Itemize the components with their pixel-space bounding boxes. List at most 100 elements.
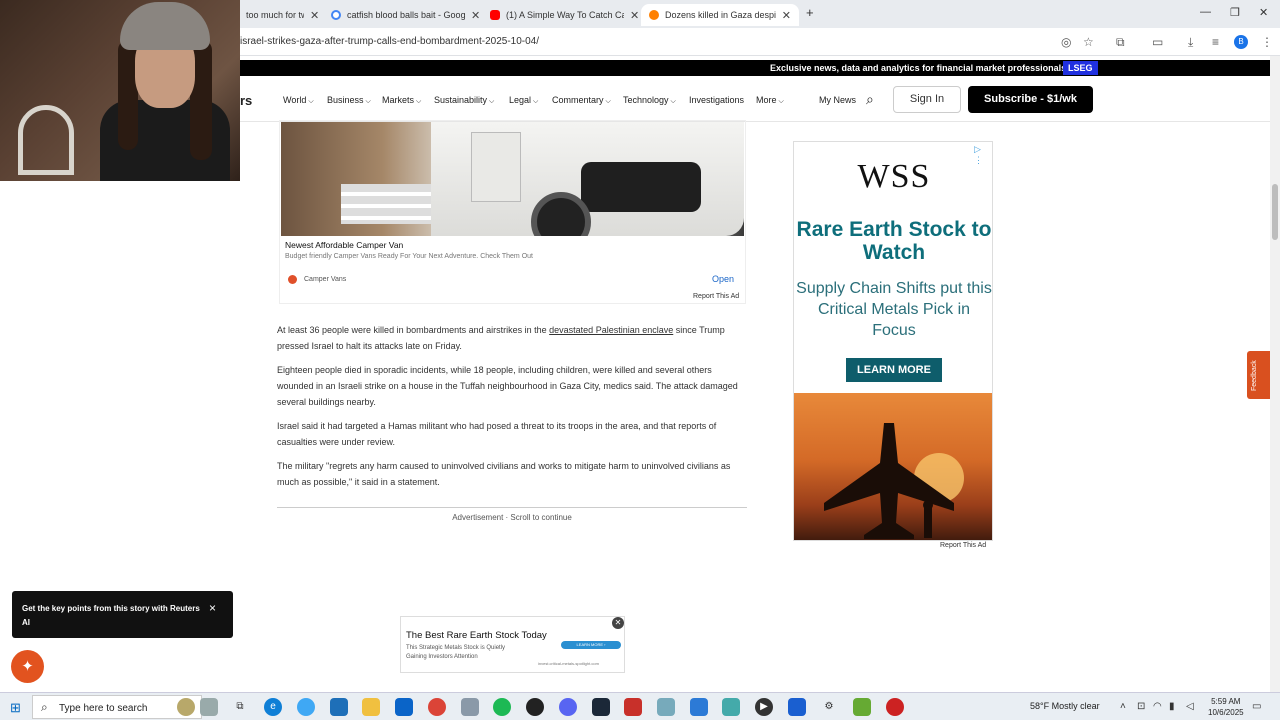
jet-silhouette [824,423,954,539]
my-news-link[interactable]: My News [819,95,856,105]
search-placeholder: Type here to search [59,703,148,714]
volume-icon[interactable]: ◁ [1186,701,1194,712]
edge-icon[interactable]: e [264,698,282,716]
app-icon[interactable] [461,698,479,716]
chevron-down-icon: ⌵ [670,98,676,105]
scrollbar-thumb[interactable] [1272,184,1278,240]
media-player-icon[interactable]: ▶ [755,698,773,716]
cortana-icon[interactable] [177,698,195,716]
learn-more-button[interactable]: LEARN MORE [846,358,942,382]
report-ad-link[interactable]: Report This Ad [693,293,739,300]
restore-icon[interactable]: ❐ [1230,6,1240,19]
cast-icon[interactable]: ▭ [1152,35,1163,49]
app-icon[interactable] [657,698,675,716]
minimize-icon[interactable]: — [1200,6,1211,18]
browser-tab-active[interactable]: Dozens killed in Gaza despite T ✕ [641,4,799,26]
subscribe-button[interactable]: Subscribe - $1/wk [968,86,1093,113]
chrome-icon[interactable] [428,698,446,716]
nav-commentary[interactable]: Commentary ⌵ [552,95,611,106]
new-tab-button[interactable]: + [806,5,814,20]
profile-avatar[interactable]: B [1234,35,1248,49]
store-icon[interactable] [330,698,348,716]
ad-open-link[interactable]: Open [712,274,734,284]
chevron-up-icon[interactable]: ˄ [1120,701,1126,712]
outlook-icon[interactable] [395,698,413,716]
eye-slash-icon[interactable]: ◎ [1061,35,1071,49]
ad-logo: WSS [857,158,931,195]
calculator-icon[interactable] [690,698,708,716]
article-link[interactable]: devastated Palestinian enclave [549,325,673,335]
page-scrollbar[interactable] [1270,56,1280,692]
search-icon[interactable]: ⌕ [866,91,874,108]
sign-in-button[interactable]: Sign In [893,86,961,113]
side-ad[interactable]: ▷ ⋮ WSS Rare Earth Stock to Watch Supply… [793,141,993,541]
task-view-icon[interactable]: ⧉ [231,698,249,716]
star-icon[interactable]: ☆ [1083,35,1094,49]
article-paragraph: At least 36 people were killed in bombar… [277,325,725,351]
browser-tab[interactable]: (1) A Simple Way To Catch Catf ✕ [482,4,647,26]
app-icon[interactable] [624,698,642,716]
chevron-down-icon: ⌵ [778,98,784,105]
spotify-icon[interactable] [493,698,511,716]
bottom-ad[interactable]: ✕ The Best Rare Earth Stock Today This S… [400,616,625,673]
download-icon[interactable]: ⤓ [1188,35,1193,50]
close-icon[interactable]: ✕ [471,9,480,22]
app-icon[interactable] [722,698,740,716]
search-icon: ⌕ [41,700,48,714]
browser-tab[interactable]: too much for tw ✕ [238,4,327,26]
reuters-icon [649,10,659,20]
lseg-badge[interactable]: LSEG [1063,61,1098,75]
app-icon[interactable] [788,698,806,716]
report-ad-link[interactable]: Report This Ad [940,542,986,549]
google-icon [331,10,341,20]
reuters-ai-button[interactable]: ✦ [11,650,44,683]
site-logo[interactable]: rs [240,93,252,108]
clock[interactable]: 5:59 AM 10/6/2025 [1208,696,1244,718]
close-icon[interactable]: ✕ [630,9,639,22]
app-icon[interactable] [526,698,544,716]
close-icon[interactable]: ✕ [310,9,319,22]
ad-headline: Rare Earth Stock to Watch [796,218,992,264]
ad-title[interactable]: Newest Affordable Camper Van [285,240,403,250]
close-icon[interactable]: ✕ [612,617,624,629]
nav-sustainability[interactable]: Sustainability ⌵ [434,95,494,106]
wifi-icon[interactable]: ◠ [1153,701,1162,712]
close-icon[interactable]: ✕ [782,9,791,22]
app-icon[interactable] [886,698,904,716]
nav-business[interactable]: Business ⌵ [327,95,371,106]
steam-icon[interactable] [592,698,610,716]
nav-legal[interactable]: Legal ⌵ [509,95,538,106]
ad-url: invest.critical-metals-spotlight.com [538,661,599,666]
settings-icon[interactable]: ⚙ [820,698,838,716]
weather-widget[interactable]: 58°F Mostly clear [1030,701,1100,711]
close-window-icon[interactable]: ✕ [1259,6,1268,19]
menu-icon[interactable]: ⋮ [1261,35,1273,49]
chevron-down-icon: ⌵ [308,98,314,105]
nav-technology[interactable]: Technology ⌵ [623,95,676,106]
notepad-icon[interactable] [200,698,218,716]
app-icon[interactable] [853,698,871,716]
nav-markets[interactable]: Markets ⌵ [382,95,421,106]
camper-van-image[interactable] [281,122,744,236]
discord-icon[interactable] [559,698,577,716]
advertisement-label: Advertisement · Scroll to continue [452,513,572,522]
feedback-tab[interactable]: Feedback [1247,351,1270,399]
extensions-icon[interactable]: ⧉ [1116,35,1125,50]
url-field[interactable]: israel-strikes-gaza-after-trump-calls-en… [240,36,539,47]
windows-start-icon[interactable]: ⊞ [10,700,21,716]
divider [277,507,747,508]
close-icon[interactable]: × [209,601,216,615]
notifications-icon[interactable]: ▭ [1252,701,1261,712]
file-explorer-icon[interactable] [362,698,380,716]
chevron-down-icon: ⌵ [416,98,422,105]
network-icon[interactable]: ⊡ [1137,701,1145,712]
nav-investigations[interactable]: Investigations [689,95,744,105]
nav-world[interactable]: World ⌵ [283,95,314,106]
copilot-icon[interactable] [297,698,315,716]
nav-more[interactable]: More ⌵ [756,95,784,106]
learn-more-button[interactable]: LEARN MORE › [561,641,621,649]
battery-icon[interactable]: ▮ [1169,701,1175,712]
browser-tab[interactable]: catfish blood balls bait - Googl ✕ [323,4,488,26]
reading-list-icon[interactable]: ≡ [1212,35,1219,49]
reuters-ai-popup[interactable]: Get the key points from this story with … [12,591,233,638]
